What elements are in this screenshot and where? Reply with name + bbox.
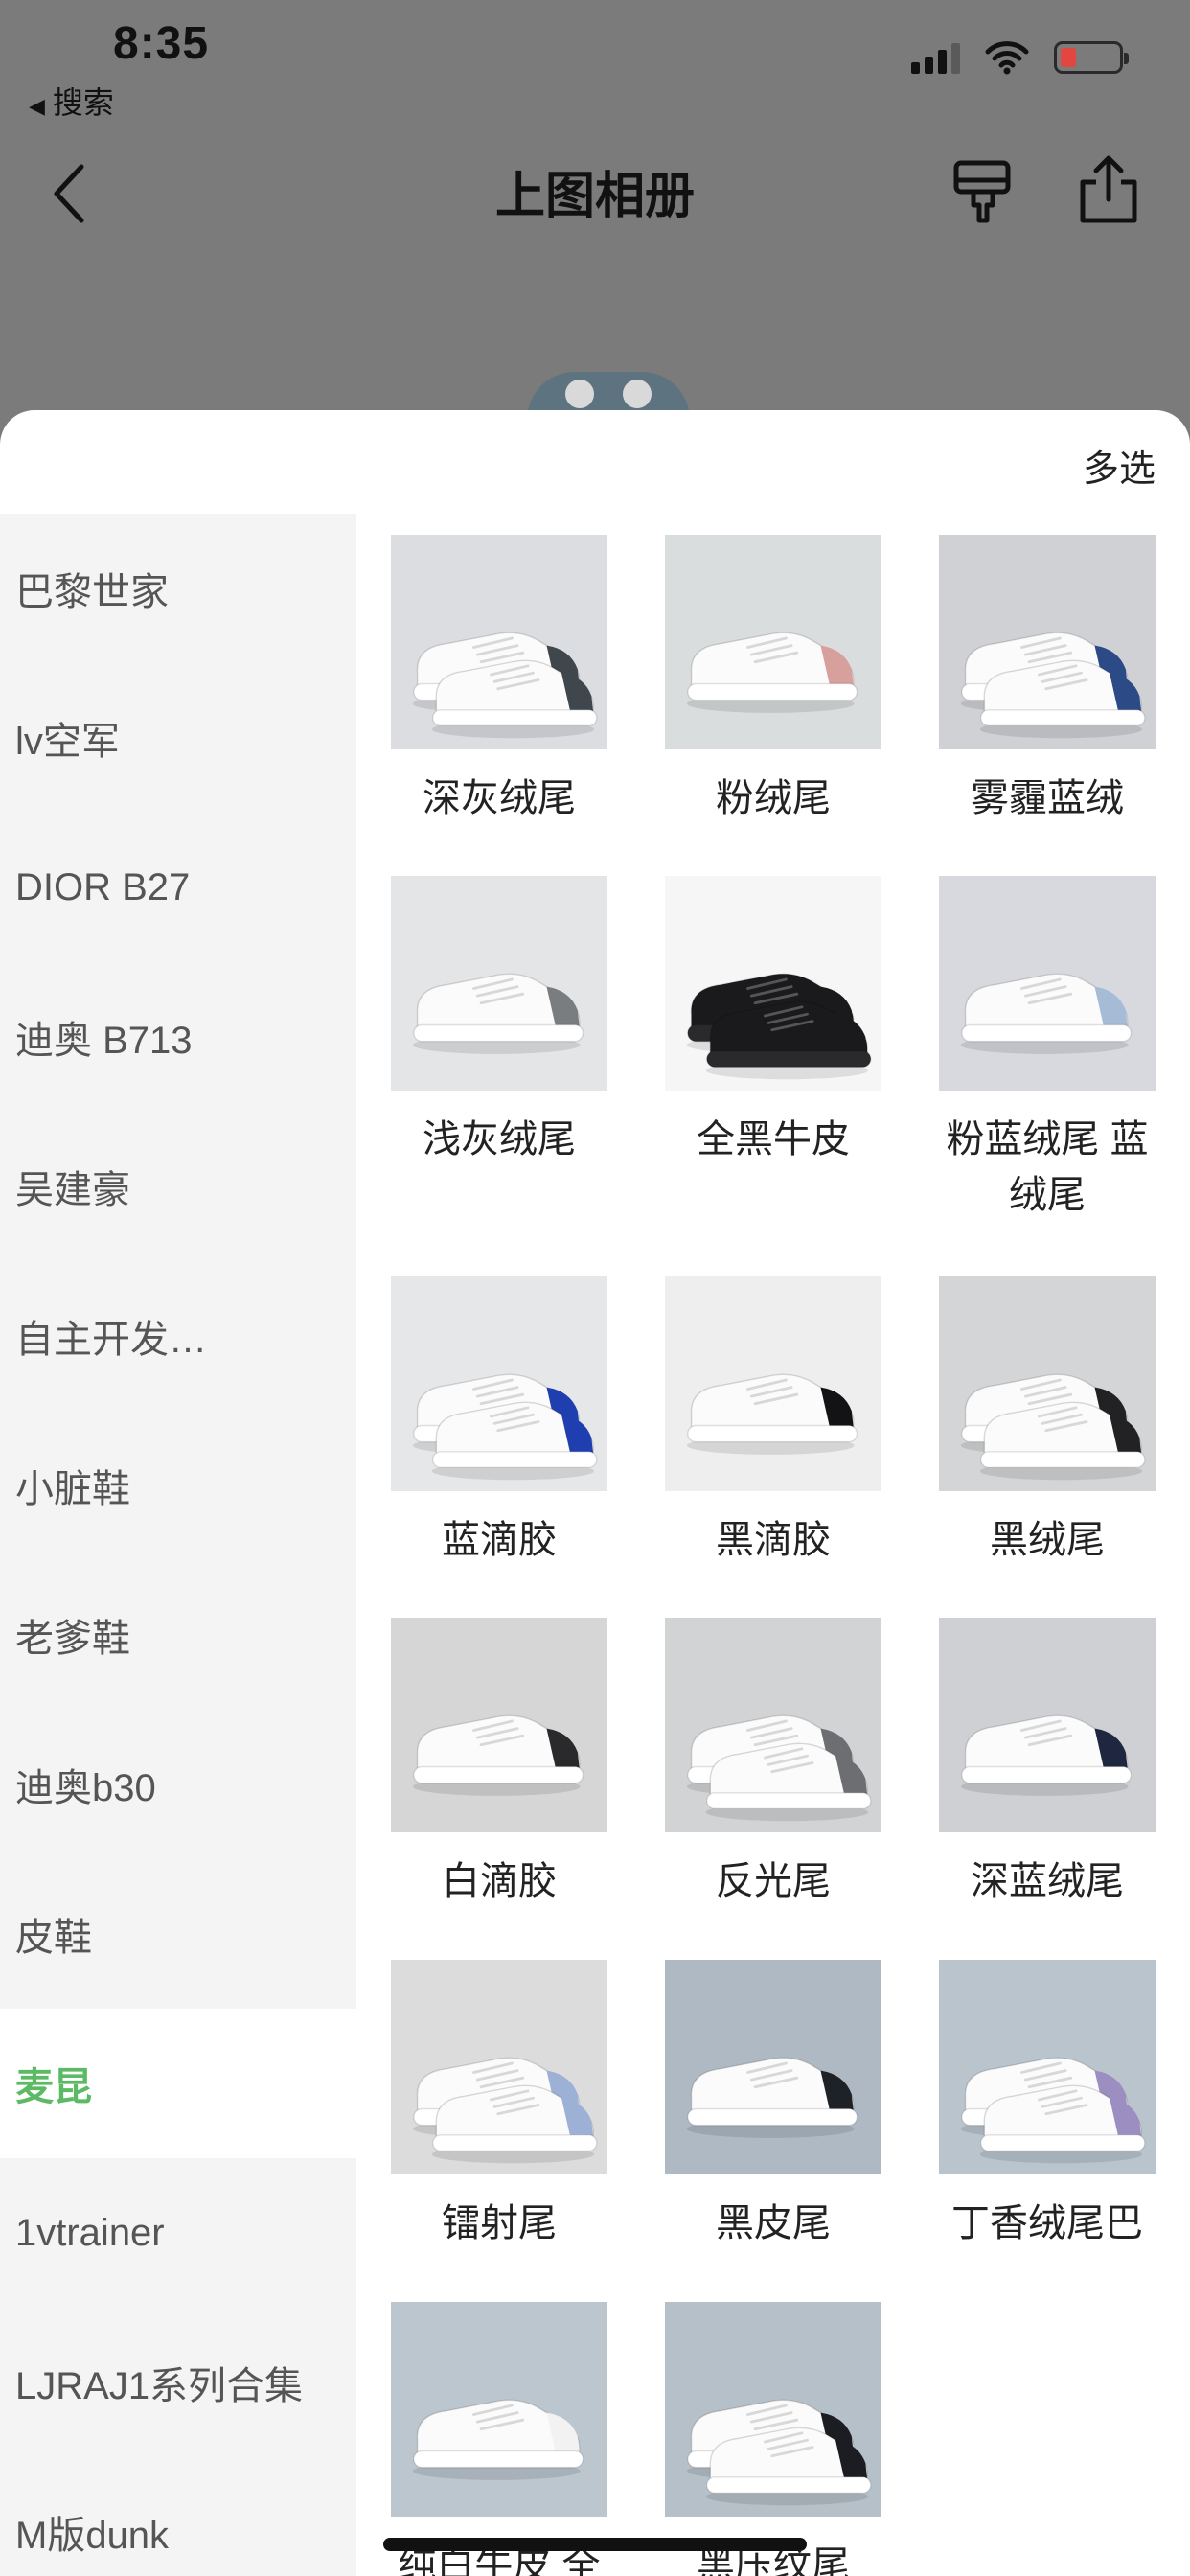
sidebar-item[interactable]: M版dunk (0, 2457, 356, 2576)
album-card[interactable]: 反光尾 (665, 1618, 881, 1909)
sidebar-item[interactable]: 巴黎世家 (0, 514, 356, 663)
sidebar-item[interactable]: LJRAJ1系列合集 (0, 2308, 356, 2457)
album-card[interactable]: 丁香绒尾巴 (939, 1960, 1156, 2251)
home-indicator (383, 2538, 807, 2551)
sneaker-image (412, 1373, 598, 1481)
sneaker-image (686, 973, 872, 1080)
sidebar-item[interactable]: 1vtrainer (0, 2158, 356, 2308)
album-title: 黑滴胶 (716, 1519, 831, 1561)
album-title: 丁香绒尾巴 (951, 2202, 1143, 2244)
album-card[interactable]: 黑压纹尾 (665, 2302, 881, 2576)
album-thumbnail[interactable] (665, 1960, 881, 2174)
album-thumbnail[interactable] (391, 876, 607, 1091)
album-title: 深灰绒尾 (423, 777, 576, 819)
album-card[interactable]: 深灰绒尾 (391, 535, 607, 826)
sneaker-image (960, 1373, 1146, 1481)
album-title: 深蓝绒尾 (971, 1860, 1124, 1902)
sidebar-item[interactable]: 迪奥 B713 (0, 962, 356, 1112)
sneaker-image (412, 2399, 584, 2480)
album-card[interactable]: 纯白牛皮 全 (391, 2302, 607, 2576)
album-title: 黑皮尾 (716, 2202, 831, 2244)
sneaker-image (960, 973, 1133, 1054)
album-title: 雾霾蓝绒 (971, 777, 1124, 819)
album-card[interactable]: 粉蓝绒尾 蓝绒尾 (939, 876, 1156, 1223)
status-time: 8:35 (113, 18, 210, 69)
battery-icon (1054, 41, 1129, 74)
sidebar-item[interactable]: 老爹鞋 (0, 1560, 356, 1710)
album-card[interactable]: 镭射尾 (391, 1960, 607, 2251)
album-title: 镭射尾 (442, 2202, 557, 2244)
album-card[interactable]: 白滴胶 (391, 1618, 607, 1909)
sneaker-image (686, 2399, 872, 2506)
album-thumbnail[interactable] (939, 1618, 1156, 1832)
sneaker-image (960, 632, 1146, 739)
album-title: 浅灰绒尾 (423, 1118, 576, 1161)
album-thumbnail[interactable] (391, 535, 607, 749)
album-thumbnail[interactable] (665, 2302, 881, 2517)
share-icon[interactable] (1075, 153, 1142, 226)
sneaker-image (686, 1373, 858, 1455)
album-thumbnail[interactable] (391, 2302, 607, 2517)
album-card[interactable]: 全黑牛皮 (665, 876, 881, 1167)
album-card[interactable]: 深蓝绒尾 (939, 1618, 1156, 1909)
album-title: 黑绒尾 (990, 1519, 1105, 1561)
sneaker-image (412, 973, 584, 1054)
cellular-signal-icon (911, 41, 960, 74)
sidebar-item[interactable]: DIOR B27 (0, 813, 356, 962)
album-thumbnail[interactable] (665, 535, 881, 749)
sneaker-image (686, 1714, 872, 1822)
album-card[interactable]: 粉绒尾 (665, 535, 881, 826)
album-title: 粉蓝绒尾 蓝绒尾 (946, 1118, 1149, 1216)
album-card[interactable]: 黑绒尾 (939, 1276, 1156, 1568)
sidebar-item[interactable]: 迪奥b30 (0, 1710, 356, 1859)
back-to-app-link[interactable]: ◀ 搜索 (29, 79, 114, 123)
wifi-icon (985, 41, 1029, 75)
album-title: 反光尾 (716, 1860, 831, 1902)
album-card[interactable]: 浅灰绒尾 (391, 876, 607, 1167)
album-card[interactable]: 黑滴胶 (665, 1276, 881, 1568)
album-card[interactable]: 黑皮尾 (665, 1960, 881, 2251)
album-thumbnail[interactable] (939, 1276, 1156, 1491)
album-thumbnail[interactable] (665, 876, 881, 1091)
album-card[interactable]: 雾霾蓝绒 (939, 535, 1156, 826)
album-thumbnail[interactable] (939, 535, 1156, 749)
sneaker-image (412, 632, 598, 739)
sidebar-item[interactable]: 自主开发… (0, 1261, 356, 1411)
back-app-label: 搜索 (52, 85, 114, 120)
album-title: 蓝滴胶 (442, 1519, 557, 1561)
sidebar-item-active[interactable]: 麦昆 (0, 2009, 356, 2158)
album-picker-sheet: 多选 巴黎世家 lv空军 DIOR B27 迪奥 B713 吴建豪 自主开发… … (0, 410, 1190, 2576)
album-thumbnail[interactable] (391, 1618, 607, 1832)
sneaker-image (960, 1714, 1133, 1796)
sidebar-item[interactable]: 吴建豪 (0, 1112, 356, 1261)
brush-icon[interactable] (949, 157, 1016, 224)
sneaker-image (412, 2057, 598, 2164)
album-thumbnail[interactable] (665, 1276, 881, 1491)
album-card[interactable]: 蓝滴胶 (391, 1276, 607, 1568)
nav-bar: 上图相册 (0, 134, 1190, 249)
sidebar-item[interactable]: 皮鞋 (0, 1859, 356, 2009)
sneaker-image (686, 632, 858, 713)
status-bar: 8:35 ◀ 搜索 (0, 0, 1190, 125)
album-thumbnail[interactable] (391, 1276, 607, 1491)
sidebar-item[interactable]: 小脏鞋 (0, 1411, 356, 1560)
album-thumbnail[interactable] (939, 876, 1156, 1091)
multiselect-button[interactable]: 多选 (1083, 439, 1156, 492)
sneaker-image (960, 2057, 1146, 2164)
album-title: 粉绒尾 (716, 777, 831, 819)
back-triangle-icon: ◀ (29, 94, 45, 118)
album-thumbnail[interactable] (939, 1960, 1156, 2174)
sneaker-image (686, 2057, 858, 2138)
album-thumbnail[interactable] (665, 1618, 881, 1832)
album-title: 全黑牛皮 (697, 1118, 850, 1161)
status-icons (911, 40, 1129, 75)
album-title: 白滴胶 (442, 1860, 557, 1902)
album-thumbnail[interactable] (391, 1960, 607, 2174)
sidebar-item[interactable]: lv空军 (0, 663, 356, 813)
category-sidebar: 巴黎世家 lv空军 DIOR B27 迪奥 B713 吴建豪 自主开发… 小脏鞋… (0, 514, 356, 2576)
sneaker-image (412, 1714, 584, 1796)
